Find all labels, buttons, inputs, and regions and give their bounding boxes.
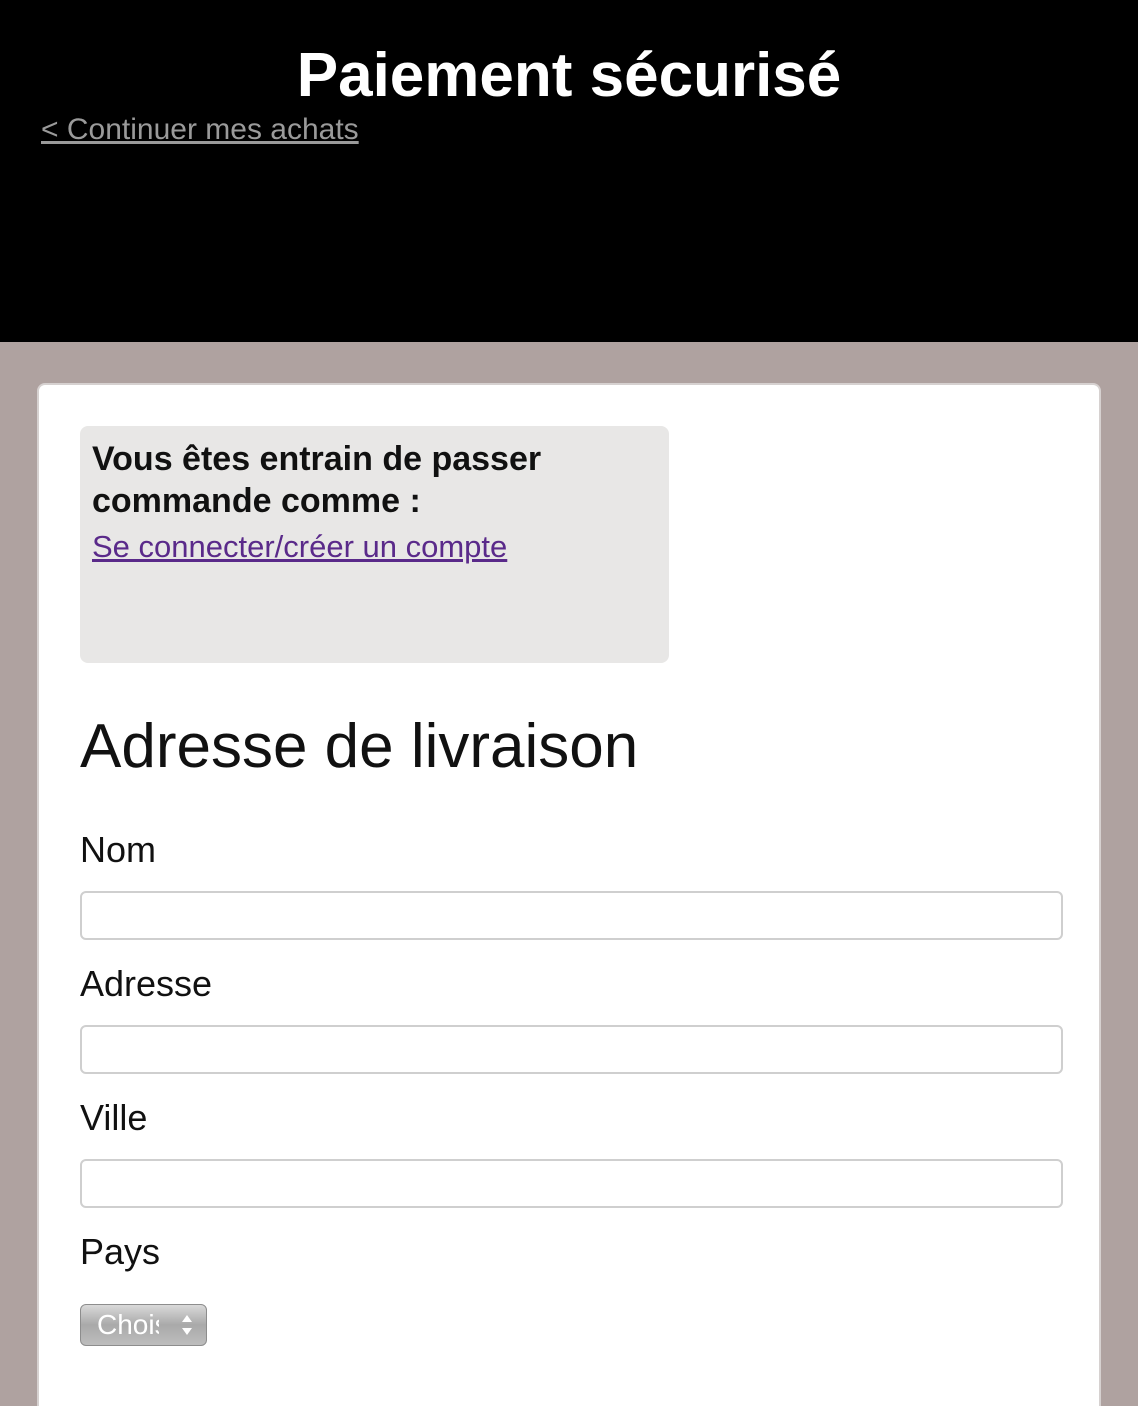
- city-input[interactable]: [80, 1159, 1063, 1208]
- address-label: Adresse: [80, 963, 213, 1004]
- continue-shopping-link[interactable]: < Continuer mes achats: [41, 112, 359, 148]
- address-input[interactable]: [80, 1025, 1063, 1074]
- checkout-card: Vous êtes entrain de passer commande com…: [37, 383, 1101, 1406]
- login-register-link[interactable]: Se connecter/créer un compte: [92, 528, 507, 566]
- page-header: Paiement sécurisé < Continuer mes achats: [0, 0, 1138, 342]
- name-input[interactable]: [80, 891, 1063, 940]
- page-title: Paiement sécurisé: [296, 41, 842, 110]
- chevron-up-down-icon: [182, 1315, 192, 1335]
- city-label: Ville: [80, 1097, 148, 1138]
- name-label: Nom: [80, 829, 157, 870]
- account-status-box: Vous êtes entrain de passer commande com…: [80, 426, 669, 663]
- account-status-heading: Vous êtes entrain de passer commande com…: [92, 440, 542, 520]
- country-label: Pays: [80, 1231, 161, 1272]
- shipping-address-title: Adresse de livraison: [80, 712, 639, 781]
- country-select[interactable]: Choisir: [80, 1304, 207, 1346]
- country-select-value: Choisir: [97, 1309, 159, 1340]
